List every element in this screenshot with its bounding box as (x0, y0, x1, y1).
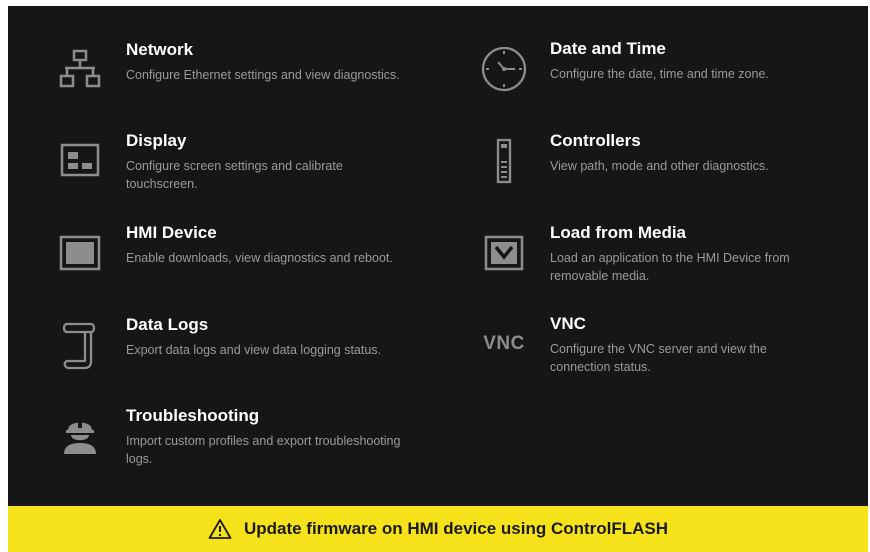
menu-item-title: Controllers (550, 131, 641, 150)
menu-item-data-logs[interactable]: Data Logs Export data logs and view data… (50, 315, 430, 395)
menu-item-hmi-device[interactable]: HMI Device Enable downloads, view diagno… (50, 223, 430, 303)
menu-item-description: Import custom profiles and export troubl… (126, 434, 401, 466)
menu-item-title: VNC (550, 314, 586, 333)
menu-item-title: HMI Device (126, 223, 217, 242)
menu-item-description: Enable downloads, view diagnostics and r… (126, 251, 393, 265)
menu-item-description: Load an application to the HMI Device fr… (550, 251, 790, 283)
menu-item-description: Configure the VNC server and view the co… (550, 342, 767, 374)
menu-item-title: Date and Time (550, 39, 666, 58)
menu-item-description: Configure Ethernet settings and view dia… (126, 68, 400, 82)
network-icon (50, 40, 110, 100)
menu-item-title: Network (126, 40, 194, 59)
menu-item-description: Configure screen settings and calibrate … (126, 159, 343, 191)
menu-item-controllers[interactable]: Controllers View path, mode and other di… (474, 131, 854, 211)
menu-item-vnc[interactable]: VNC VNC Configure the VNC server and vie… (474, 314, 854, 394)
download-monitor-icon (474, 223, 534, 283)
menu-item-date-and-time[interactable]: Date and Time Configure the date, time a… (474, 39, 854, 119)
display-icon (50, 131, 110, 191)
menu-item-description: View path, mode and other diagnostics. (550, 159, 769, 173)
monitor-icon (50, 223, 110, 283)
clock-icon (474, 39, 534, 99)
menu-item-title: Load from Media (550, 223, 687, 242)
menu-item-description: Configure the date, time and time zone. (550, 67, 769, 81)
menu-item-network[interactable]: Network Configure Ethernet settings and … (50, 40, 430, 120)
menu-item-title: Troubleshooting (126, 406, 260, 425)
menu-item-display[interactable]: Display Configure screen settings and ca… (50, 131, 430, 211)
controller-icon (474, 131, 534, 191)
menu-item-title: Display (126, 131, 187, 150)
menu-item-load-from-media[interactable]: Load from Media Load an application to t… (474, 223, 854, 303)
banner-text: Update firmware on HMI device using Cont… (243, 519, 669, 538)
firmware-update-banner[interactable]: Update firmware on HMI device using Cont… (8, 506, 868, 552)
menu-item-description: Export data logs and view data logging s… (126, 343, 382, 357)
hard-hat-worker-icon (50, 406, 110, 466)
warning-icon (208, 518, 232, 540)
vnc-icon: VNC (483, 333, 525, 354)
settings-screen: Network Configure Ethernet settings and … (8, 6, 868, 552)
scroll-icon (50, 315, 110, 375)
menu-item-troubleshooting[interactable]: Troubleshooting Import custom profiles a… (50, 406, 430, 486)
menu-item-title: Data Logs (126, 315, 209, 334)
